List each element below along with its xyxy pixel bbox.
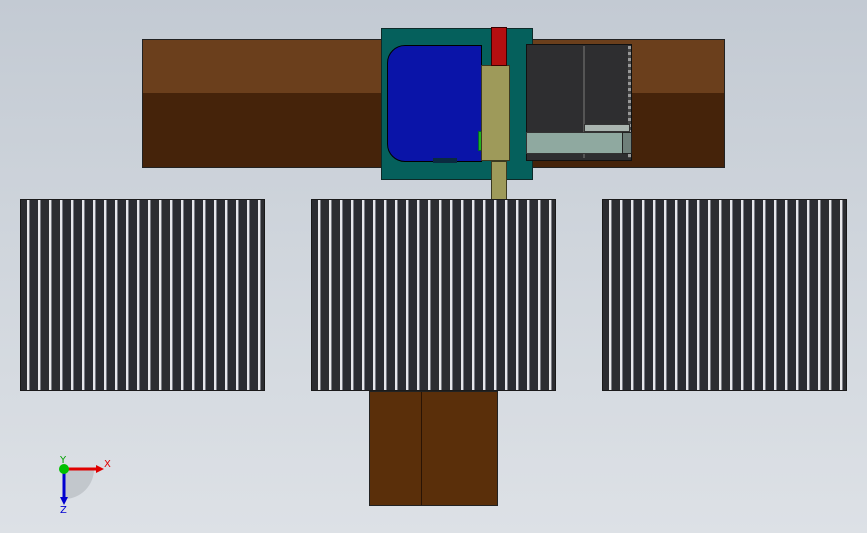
y-axis-label: Y [59, 455, 67, 466]
motor-bracket [584, 124, 630, 132]
x-axis-label: X [104, 459, 111, 470]
roller-stripes [312, 200, 555, 390]
roller-stripes [21, 200, 264, 390]
cad-viewport[interactable]: X Y Z [0, 0, 867, 533]
olive-rod[interactable] [491, 161, 507, 203]
olive-slider-block[interactable] [481, 65, 510, 161]
conveyor-split-line [421, 392, 422, 505]
cylinder-cap [622, 132, 632, 154]
z-axis-arrow [60, 497, 68, 505]
roller-bank-center[interactable] [311, 199, 556, 391]
roller-bank-right[interactable] [602, 199, 847, 391]
beam-side-face [143, 93, 381, 167]
bottom-conveyor[interactable] [369, 391, 498, 506]
beam-top-face [143, 40, 381, 93]
roller-stripes [603, 200, 846, 390]
red-rod-top[interactable] [491, 27, 507, 66]
z-axis-label: Z [60, 505, 67, 516]
triad-svg: X Y Z [59, 455, 111, 516]
coordinate-triad: X Y Z [48, 455, 118, 516]
drum-base [433, 158, 457, 163]
x-axis-arrow [96, 465, 104, 473]
cylinder-rod[interactable] [526, 132, 632, 154]
triad-shadow [64, 469, 94, 499]
blue-drum[interactable] [387, 45, 482, 162]
top-beam-left[interactable] [142, 39, 382, 168]
roller-bank-left[interactable] [20, 199, 265, 391]
